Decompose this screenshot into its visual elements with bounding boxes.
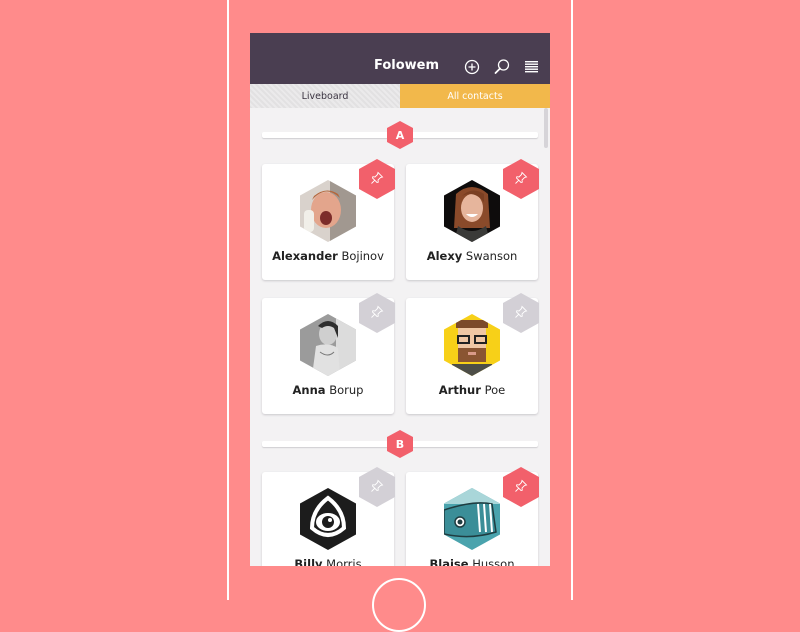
pin-button[interactable] <box>503 467 539 507</box>
contact-name: Blaise Husson <box>429 557 515 566</box>
section-divider-b: B <box>262 430 538 460</box>
avatar <box>300 488 356 550</box>
contact-name: Billy Morris <box>294 557 362 566</box>
avatar <box>444 180 500 242</box>
pin-button[interactable] <box>359 293 395 333</box>
pin-button[interactable] <box>503 159 539 199</box>
pushpin-icon <box>370 304 384 323</box>
pushpin-icon <box>370 170 384 189</box>
avatar <box>300 314 356 376</box>
pushpin-icon <box>370 478 384 497</box>
tab-liveboard[interactable]: Liveboard <box>250 84 400 108</box>
contact-name: Anna Borup <box>292 383 364 397</box>
pin-button[interactable] <box>503 293 539 333</box>
avatar <box>444 314 500 376</box>
contact-card[interactable]: Billy Morris <box>262 467 395 566</box>
contact-list: A Alexander Bojinov Alexy Swanson Anna B… <box>250 108 550 566</box>
pin-button[interactable] <box>359 467 395 507</box>
contact-card[interactable]: Alexander Bojinov <box>262 159 395 280</box>
menu-icon[interactable] <box>523 58 541 76</box>
contact-card[interactable]: Blaise Husson <box>406 467 539 566</box>
search-icon[interactable] <box>493 58 511 76</box>
avatar <box>300 180 356 242</box>
tab-all-contacts[interactable]: All contacts <box>400 84 550 108</box>
app-header: Folowem <box>250 33 550 84</box>
section-letter-badge: B <box>387 430 413 458</box>
phone-frame-right-edge <box>571 0 573 600</box>
pin-button[interactable] <box>359 159 395 199</box>
section-divider-a: A <box>262 121 538 151</box>
tab-bar: Liveboard All contacts <box>250 84 550 108</box>
contact-card[interactable]: Anna Borup <box>262 293 395 414</box>
contact-card[interactable]: Alexy Swanson <box>406 159 539 280</box>
contact-name: Alexy Swanson <box>426 249 518 263</box>
app-title: Folowem <box>374 58 440 73</box>
avatar <box>444 488 500 550</box>
contact-card[interactable]: Arthur Poe <box>406 293 539 414</box>
contact-name: Alexander Bojinov <box>272 249 384 263</box>
contact-name: Arthur Poe <box>438 383 506 397</box>
pushpin-icon <box>514 170 528 189</box>
phone-frame-left-edge <box>227 0 229 600</box>
home-button[interactable] <box>372 578 426 632</box>
add-circle-icon[interactable] <box>463 58 481 76</box>
phone-screen: Folowem Liveboard All contacts A Alexand… <box>250 33 550 566</box>
pushpin-icon <box>514 478 528 497</box>
section-letter-badge: A <box>387 121 413 149</box>
pushpin-icon <box>514 304 528 323</box>
